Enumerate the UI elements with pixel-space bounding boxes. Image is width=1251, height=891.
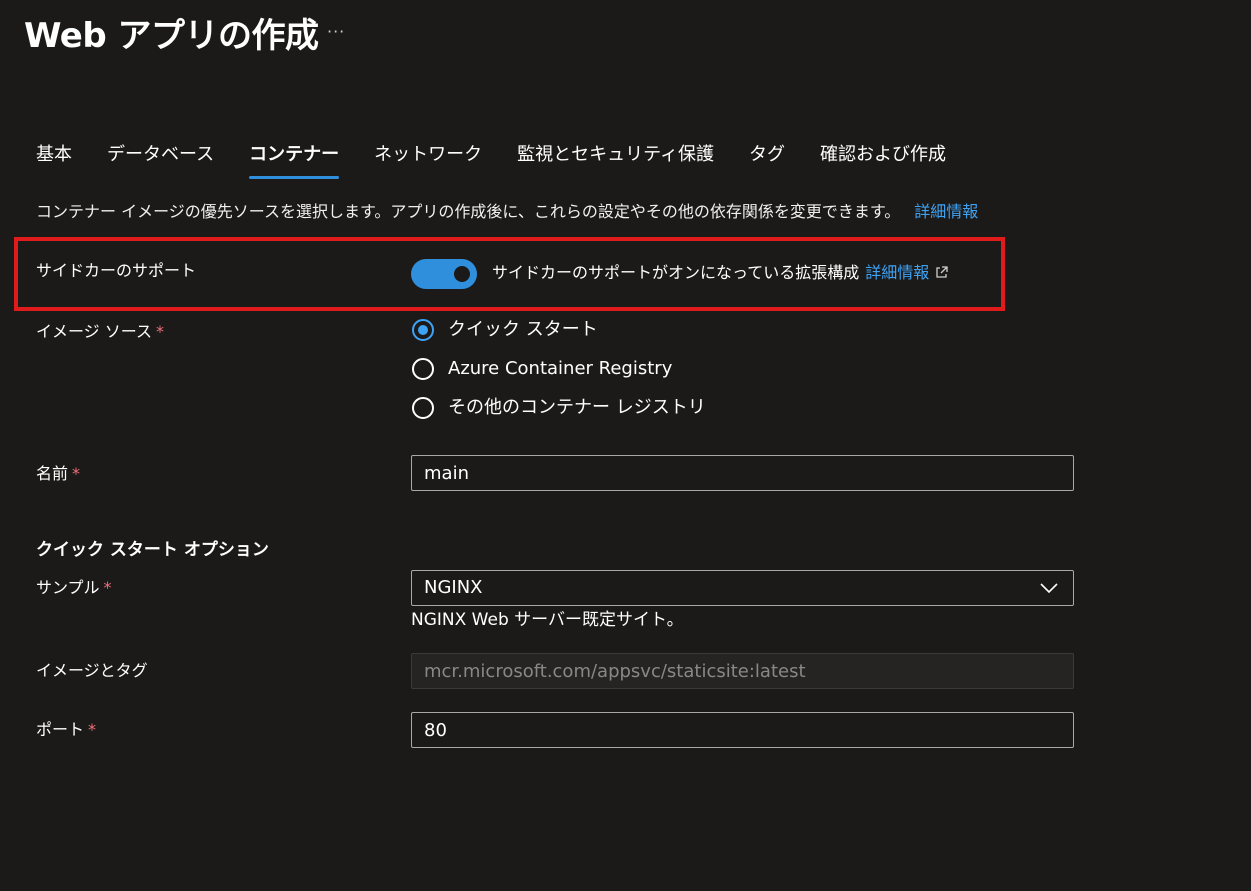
required-mark: * [155,322,164,341]
image-tag-input [411,653,1074,689]
sidecar-learn-more-link[interactable]: 詳細情報 [865,263,929,282]
sample-label: サンプル * [36,576,112,600]
more-options-icon[interactable]: ··· [327,22,345,41]
tab-tags[interactable]: タグ [749,138,785,172]
tab-container[interactable]: コンテナー [249,138,340,179]
intro-text: コンテナー イメージの優先ソースを選択します。アプリの作成後に、これらの設定やそ… [36,200,978,224]
image-source-label-text: イメージ ソース [36,322,152,341]
radio-checked-icon[interactable] [412,319,434,341]
image-source-label: イメージ ソース * [36,320,164,344]
quickstart-options-heading: クイック スタート オプション [36,540,269,560]
sidecar-support-label: サイドカーのサポート [36,261,197,280]
intro-learn-more-link[interactable]: 詳細情報 [914,202,978,221]
sidecar-description: サイドカーのサポートがオンになっている拡張構成 詳細情報 [492,260,948,286]
tab-monitoring-security[interactable]: 監視とセキュリティ保護 [517,138,714,172]
radio-acr[interactable]: Azure Container Registry [412,356,672,382]
sample-select[interactable]: NGINX [411,570,1074,606]
required-mark: * [103,578,112,597]
name-label: 名前 * [36,462,80,486]
page-title: Web アプリの作成 [24,16,319,56]
name-input[interactable] [411,455,1074,491]
tab-database[interactable]: データベース [107,138,214,172]
name-label-text: 名前 [36,464,69,483]
radio-unchecked-icon[interactable] [412,397,434,419]
radio-other-registry[interactable]: その他のコンテナー レジストリ [412,395,706,421]
tab-basics[interactable]: 基本 [36,138,72,172]
tab-bar: 基本 データベース コンテナー ネットワーク 監視とセキュリティ保護 タグ 確認… [36,138,981,179]
sample-helper-text: NGINX Web サーバー既定サイト。 [411,610,684,630]
image-tag-label: イメージとタグ [36,661,148,680]
port-label: ポート * [36,718,96,742]
radio-label: Azure Container Registry [448,358,673,379]
required-mark: * [88,720,97,739]
sample-select-value: NGINX [424,577,483,598]
port-label-text: ポート [36,720,85,739]
radio-quickstart[interactable]: クイック スタート [412,317,598,343]
radio-unchecked-icon[interactable] [412,358,434,380]
radio-label: その他のコンテナー レジストリ [448,397,706,418]
tab-review-create[interactable]: 確認および作成 [820,138,946,172]
toggle-knob [454,266,470,282]
external-link-icon[interactable] [935,266,948,279]
port-input[interactable] [411,712,1074,748]
chevron-down-icon [1040,583,1058,594]
sidecar-support-toggle[interactable] [411,259,477,289]
sidecar-description-text: サイドカーのサポートがオンになっている拡張構成 [492,263,860,282]
radio-label: クイック スタート [448,319,598,340]
tab-networking[interactable]: ネットワーク [374,138,482,172]
required-mark: * [72,464,81,483]
sample-label-text: サンプル [36,578,100,597]
intro-description: コンテナー イメージの優先ソースを選択します。アプリの作成後に、これらの設定やそ… [36,202,901,221]
